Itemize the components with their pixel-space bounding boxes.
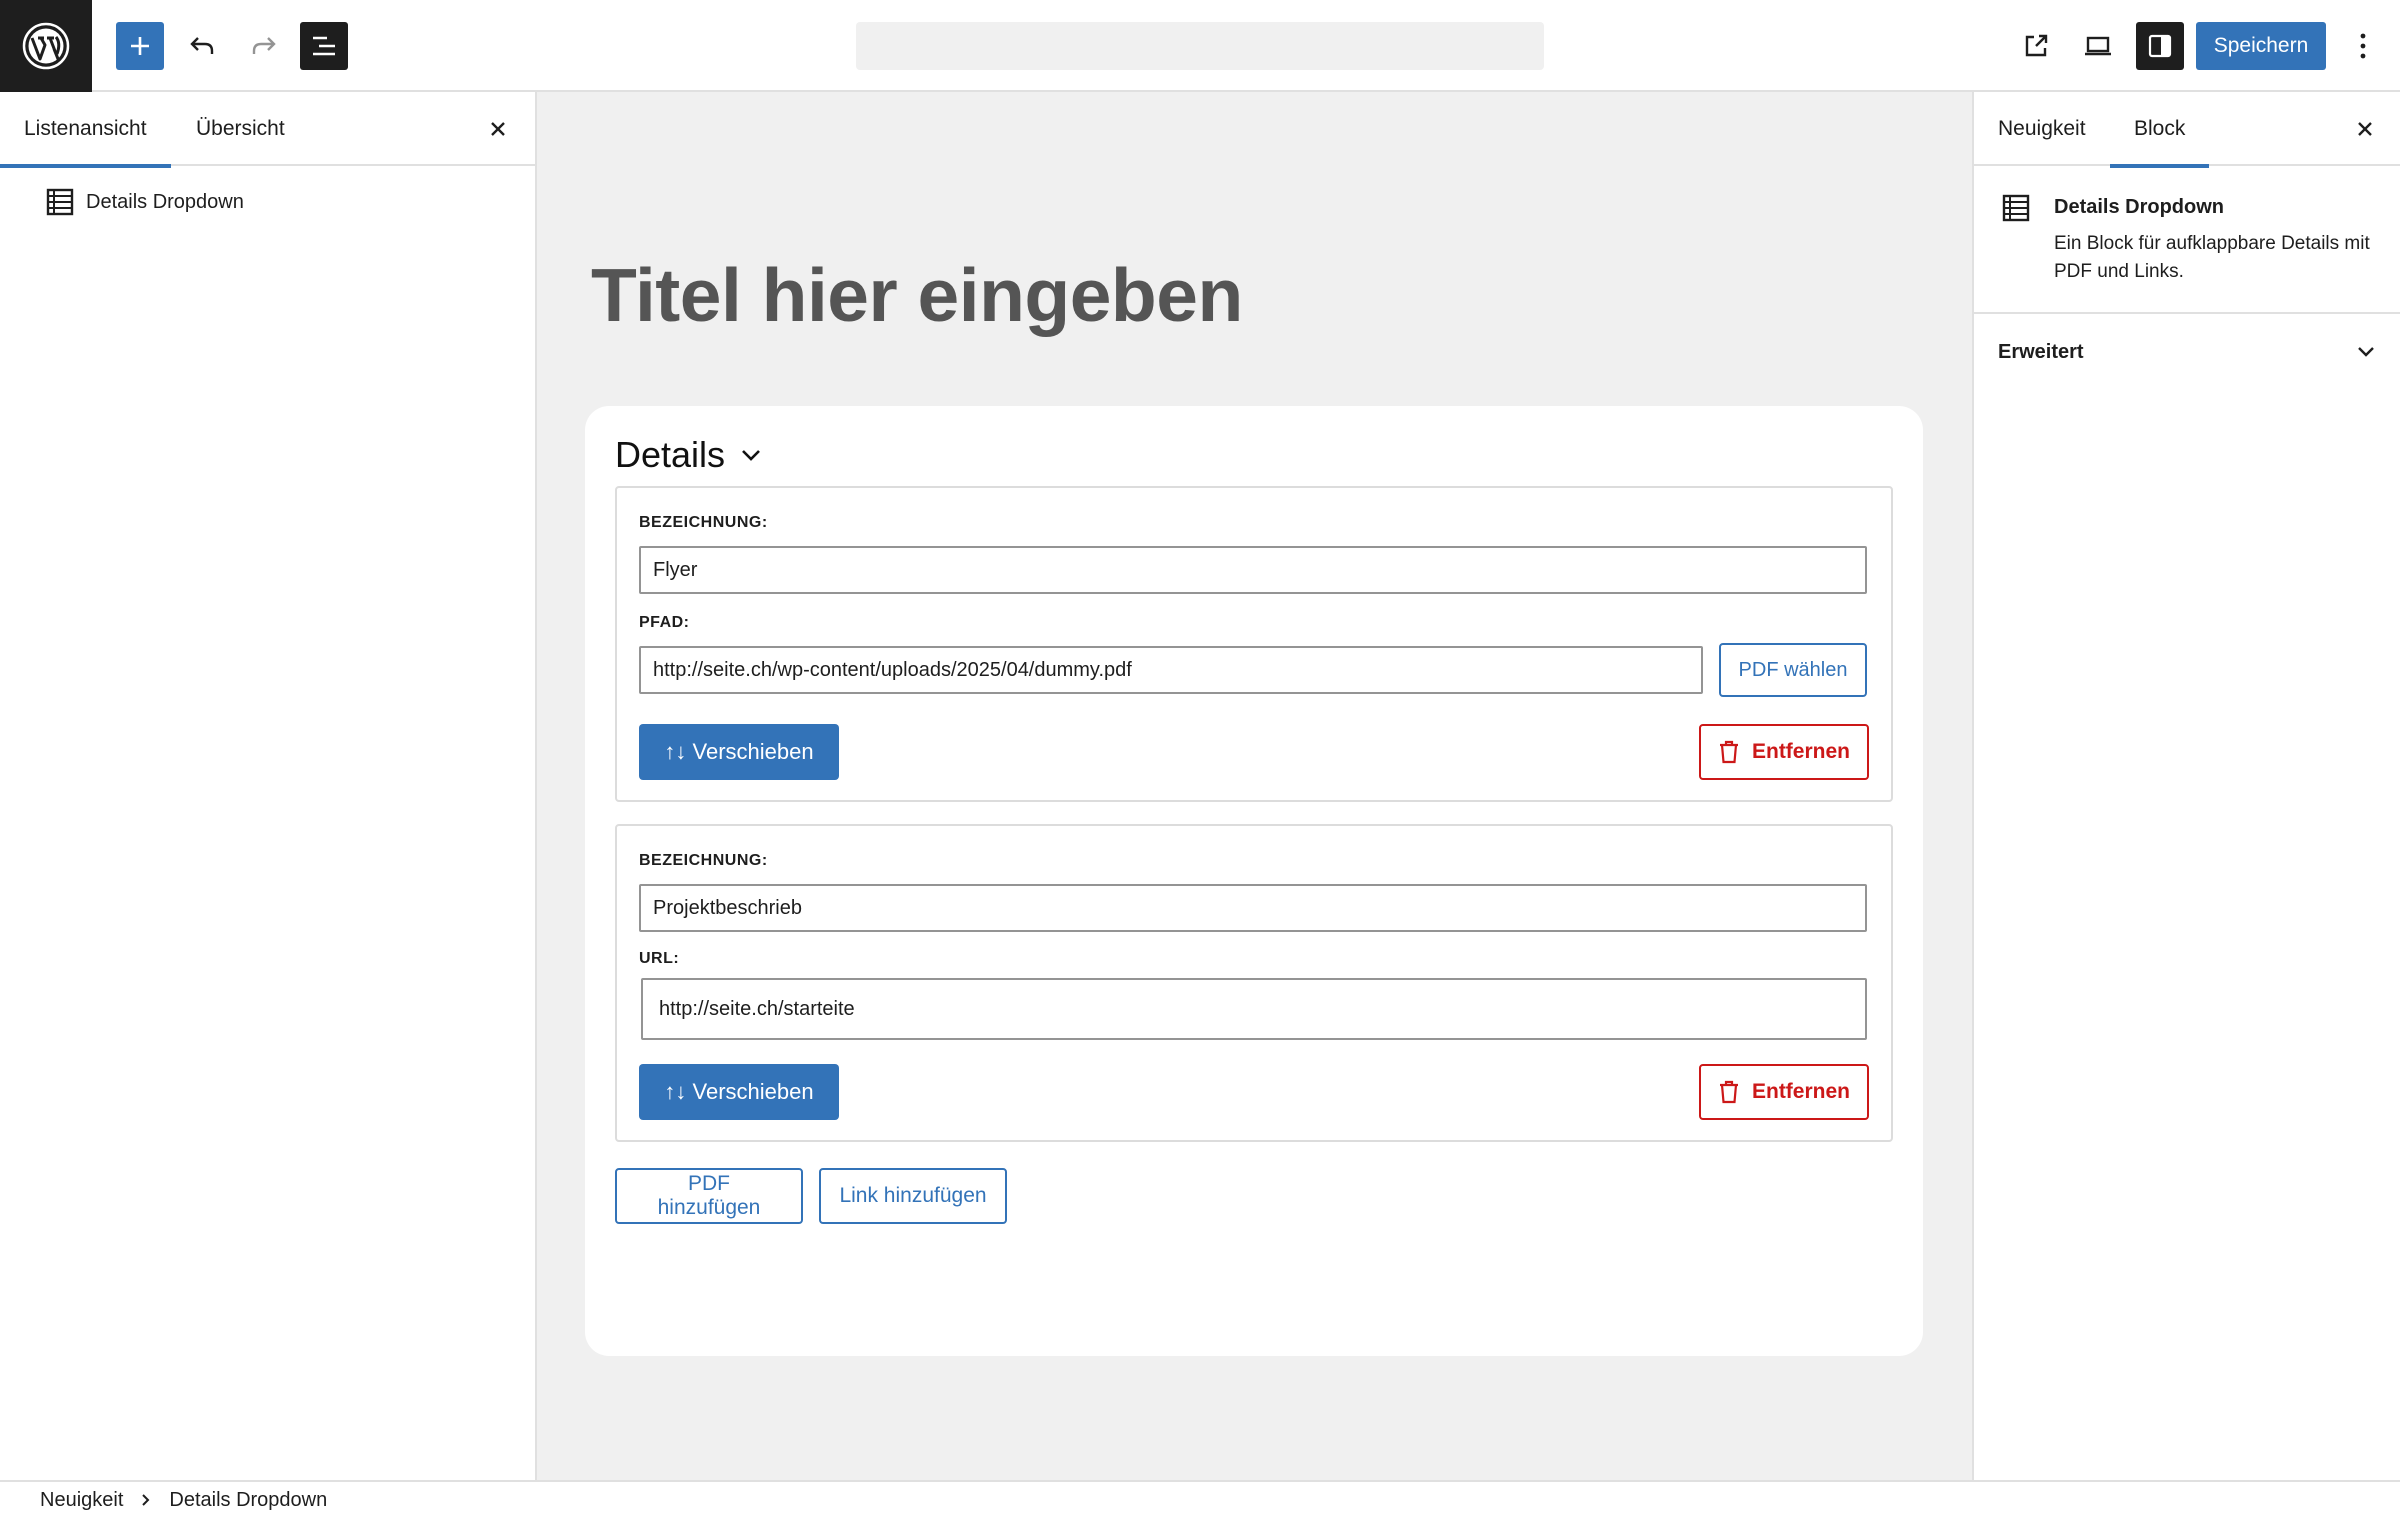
close-icon bbox=[2358, 122, 2372, 136]
remove-label: Entfernen bbox=[1751, 740, 1850, 763]
link-entry: BEZEICHNUNG: URL: ↑↓ Verschieben Entfern… bbox=[615, 824, 1893, 1142]
advanced-label: Erweitert bbox=[1998, 340, 2084, 363]
remove-button[interactable]: Entfernen bbox=[1699, 724, 1869, 780]
table-icon bbox=[46, 188, 74, 216]
add-link-button[interactable]: Link hinzufügen bbox=[819, 1168, 1007, 1224]
command-palette-bar[interactable] bbox=[856, 22, 1544, 70]
post-title[interactable]: Titel hier eingeben bbox=[591, 252, 1243, 338]
name-input[interactable] bbox=[639, 546, 1867, 594]
list-item-label: Details Dropdown bbox=[86, 190, 244, 213]
tab-outline[interactable]: Übersicht bbox=[172, 92, 309, 166]
editor-canvas: Titel hier eingeben Details BEZEICHNUNG:… bbox=[537, 92, 1972, 1480]
list-view-icon bbox=[313, 36, 335, 56]
block-info-card: Details Dropdown Ein Block für aufklappb… bbox=[1974, 166, 2400, 314]
block-description: Ein Block für aufklappbare Details mit P… bbox=[2054, 233, 2370, 282]
chevron-right-icon bbox=[142, 1494, 150, 1506]
pdf-entry: BEZEICHNUNG: PFAD: PDF wählen ↑↓ Verschi… bbox=[615, 486, 1893, 802]
redo-icon bbox=[252, 37, 276, 54]
advanced-panel-toggle[interactable]: Erweitert bbox=[1974, 314, 2400, 390]
remove-label: Entfernen bbox=[1751, 1080, 1850, 1103]
trash-icon bbox=[1719, 1080, 1738, 1104]
wordpress-logo-button[interactable] bbox=[0, 0, 92, 92]
close-list-view-button[interactable] bbox=[479, 110, 517, 148]
settings-sidebar: Neuigkeit Block Details Dropdown Ein Blo… bbox=[1972, 92, 2400, 1480]
wordpress-logo-icon bbox=[22, 22, 70, 70]
desktop-icon bbox=[2085, 36, 2111, 56]
close-settings-button[interactable] bbox=[2346, 110, 2384, 148]
remove-button[interactable]: Entfernen bbox=[1699, 1064, 1869, 1120]
plus-icon bbox=[131, 37, 149, 55]
name-label: BEZEICHNUNG: bbox=[639, 852, 768, 869]
list-item-details-dropdown[interactable]: Details Dropdown bbox=[46, 180, 244, 224]
name-input[interactable] bbox=[639, 884, 1867, 932]
list-view-panel: Listenansicht Übersicht Details Dropdown bbox=[0, 92, 537, 1480]
redo-button[interactable] bbox=[240, 22, 288, 70]
settings-tabs: Neuigkeit Block bbox=[1974, 92, 2400, 168]
breadcrumb: Neuigkeit Details Dropdown bbox=[0, 1480, 2400, 1518]
undo-button[interactable] bbox=[178, 22, 226, 70]
block-inserter-button[interactable] bbox=[116, 22, 164, 70]
tab-post[interactable]: Neuigkeit bbox=[1974, 92, 2110, 166]
editor-top-toolbar: Speichern bbox=[0, 0, 2400, 92]
chevron-down-icon bbox=[742, 450, 760, 461]
preview-device-button[interactable] bbox=[2074, 22, 2122, 70]
breadcrumb-item-block[interactable]: Details Dropdown bbox=[169, 1489, 327, 1512]
details-heading-label: Details bbox=[615, 434, 726, 475]
document-overview-button[interactable] bbox=[300, 22, 348, 70]
name-label: BEZEICHNUNG: bbox=[639, 514, 768, 531]
path-label: PFAD: bbox=[639, 614, 690, 631]
save-button[interactable]: Speichern bbox=[2196, 22, 2326, 70]
details-dropdown-block[interactable]: Details BEZEICHNUNG: PFAD: PDF wählen ↑↓… bbox=[585, 406, 1923, 1356]
block-title: Details Dropdown bbox=[2054, 196, 2225, 218]
tab-list-view[interactable]: Listenansicht bbox=[0, 92, 171, 168]
move-button[interactable]: ↑↓ Verschieben bbox=[639, 1064, 839, 1120]
table-icon bbox=[2002, 194, 2030, 222]
settings-sidebar-toggle[interactable] bbox=[2136, 22, 2184, 70]
tab-block[interactable]: Block bbox=[2110, 92, 2210, 168]
breadcrumb-item-post[interactable]: Neuigkeit bbox=[40, 1489, 123, 1512]
vertical-ellipsis-icon bbox=[2360, 33, 2366, 59]
choose-pdf-button[interactable]: PDF wählen bbox=[1719, 643, 1867, 697]
details-toggle[interactable]: Details bbox=[615, 434, 763, 476]
external-link-icon bbox=[2025, 34, 2048, 57]
list-view-tabs: Listenansicht Übersicht bbox=[0, 92, 535, 168]
move-button[interactable]: ↑↓ Verschieben bbox=[639, 724, 839, 780]
chevron-down-icon bbox=[2358, 347, 2374, 357]
more-options-button[interactable] bbox=[2340, 22, 2386, 70]
undo-icon bbox=[190, 37, 214, 54]
view-post-button[interactable] bbox=[2012, 22, 2060, 70]
url-input[interactable] bbox=[641, 978, 1867, 1040]
close-icon bbox=[491, 122, 505, 136]
sidebar-icon bbox=[2148, 34, 2172, 58]
url-label: URL: bbox=[639, 950, 680, 967]
trash-icon bbox=[1719, 740, 1738, 764]
add-pdf-button[interactable]: PDF hinzufügen bbox=[615, 1168, 803, 1224]
path-input[interactable] bbox=[639, 646, 1703, 694]
